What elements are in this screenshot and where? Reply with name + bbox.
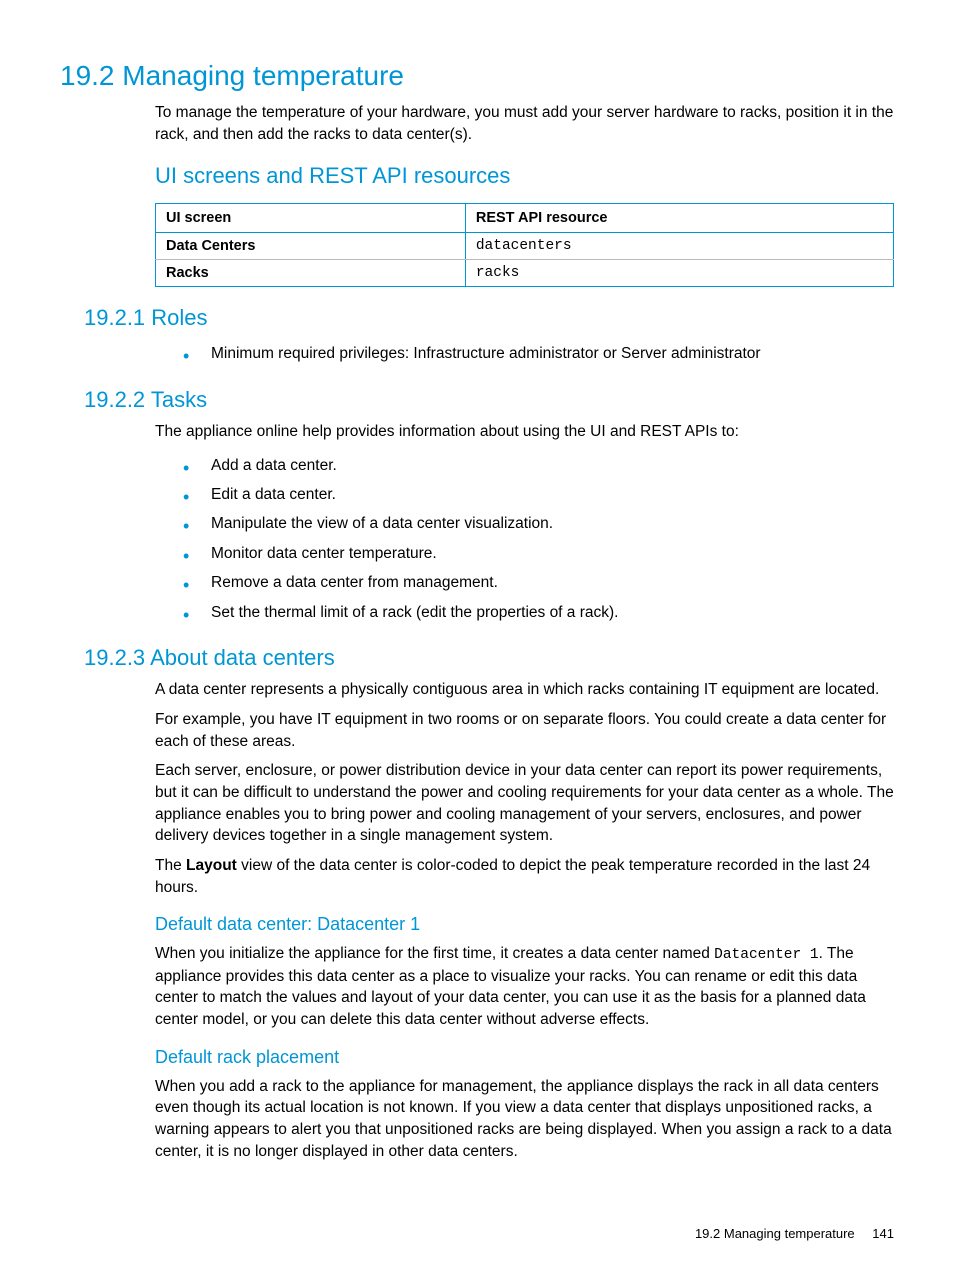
section-heading: 19.2 Managing temperature [60,60,894,92]
default-dc-mono: Datacenter 1 [714,947,818,963]
table-header-api: REST API resource [465,204,893,233]
list-item: Add a data center. [183,451,894,480]
table-cell-ui: Data Centers [156,233,466,260]
footer-text: 19.2 Managing temperature [695,1226,855,1241]
ui-rest-table: UI screen REST API resource Data Centers… [155,203,894,287]
table-cell-api: datacenters [465,233,893,260]
about-p2: For example, you have IT equipment in tw… [155,709,894,752]
layout-strong: Layout [186,857,237,874]
list-item: Set the thermal limit of a rack (edit th… [183,598,894,627]
roles-heading: 19.2.1 Roles [84,305,894,331]
tasks-list: Add a data center. Edit a data center. M… [183,451,894,628]
table-cell-ui: Racks [156,260,466,287]
about-p4-pre: The [155,857,186,874]
list-item: Edit a data center. [183,480,894,509]
tasks-intro: The appliance online help provides infor… [155,421,894,443]
rack-placement-paragraph: When you add a rack to the appliance for… [155,1076,894,1163]
about-p1: A data center represents a physically co… [155,679,894,701]
intro-block: To manage the temperature of your hardwa… [155,102,894,287]
ui-rest-heading: UI screens and REST API resources [155,163,894,189]
about-heading: 19.2.3 About data centers [84,645,894,671]
default-dc-paragraph: When you initialize the appliance for th… [155,943,894,1030]
table-cell-api: racks [465,260,893,287]
rack-placement-heading: Default rack placement [155,1047,894,1068]
list-item: Remove a data center from management. [183,568,894,597]
list-item: Monitor data center temperature. [183,539,894,568]
roles-list: Minimum required privileges: Infrastruct… [183,339,894,368]
list-item: Minimum required privileges: Infrastruct… [183,339,894,368]
table-header-ui: UI screen [156,204,466,233]
roles-block: Minimum required privileges: Infrastruct… [155,339,894,368]
footer-page-number: 141 [872,1226,894,1241]
tasks-block: The appliance online help provides infor… [155,421,894,627]
about-p4: The Layout view of the data center is co… [155,855,894,898]
about-p4-post: view of the data center is color-coded t… [155,857,870,896]
list-item: Manipulate the view of a data center vis… [183,509,894,538]
table-header-row: UI screen REST API resource [156,204,894,233]
document-page: 19.2 Managing temperature To manage the … [0,0,954,1271]
default-dc-heading: Default data center: Datacenter 1 [155,914,894,935]
default-dc-pre: When you initialize the appliance for th… [155,945,714,962]
table-row: Racks racks [156,260,894,287]
tasks-heading: 19.2.2 Tasks [84,387,894,413]
page-footer: 19.2 Managing temperature 141 [695,1226,894,1241]
intro-paragraph: To manage the temperature of your hardwa… [155,102,894,145]
about-block: A data center represents a physically co… [155,679,894,1162]
table-row: Data Centers datacenters [156,233,894,260]
about-p3: Each server, enclosure, or power distrib… [155,760,894,847]
